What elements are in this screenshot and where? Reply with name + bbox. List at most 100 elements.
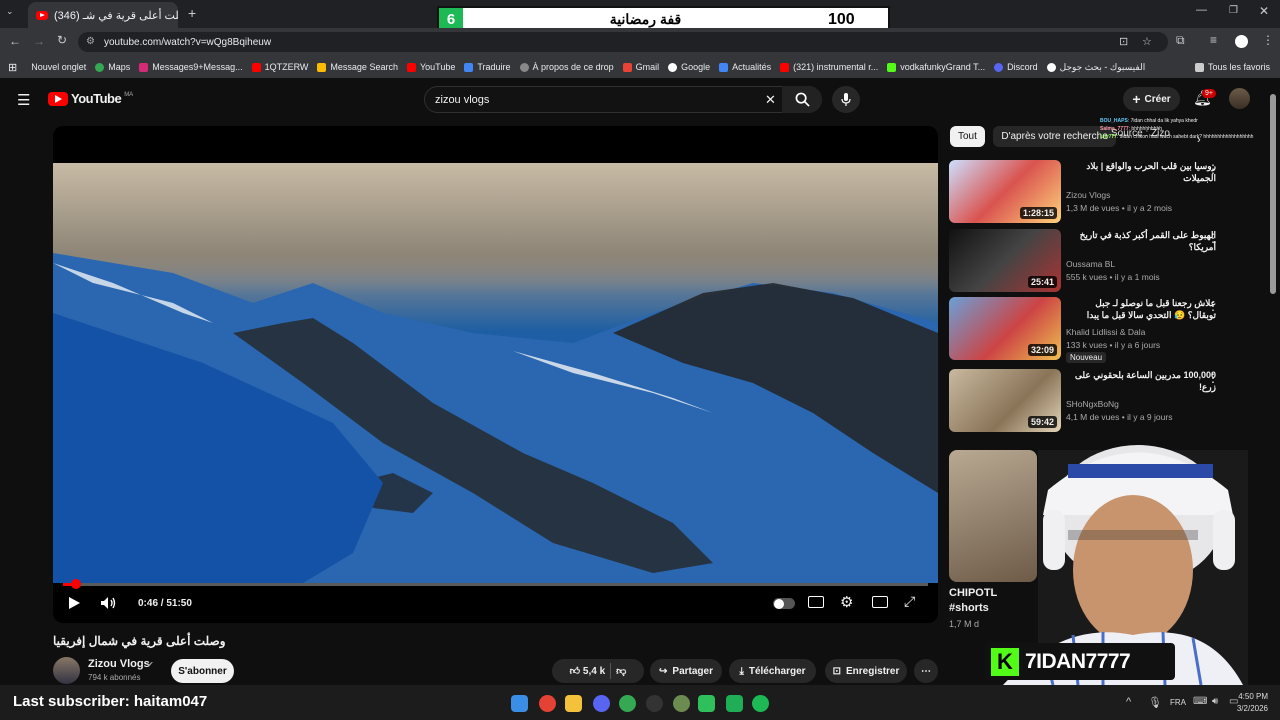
bookmark-item[interactable]: Nouvel onglet <box>31 62 86 72</box>
maximize-button[interactable]: ❐ <box>1229 5 1238 16</box>
more-options-icon[interactable]: ⋮ <box>1207 231 1219 245</box>
subtitles-icon[interactable] <box>808 596 824 608</box>
chrome-icon[interactable] <box>539 695 556 712</box>
minimize-button[interactable]: — <box>1196 4 1207 16</box>
search-button[interactable] <box>782 86 822 113</box>
rec-channel[interactable]: Zizou Vlogs <box>1066 190 1110 200</box>
play-button[interactable] <box>68 596 81 610</box>
more-options-icon[interactable]: ⋮ <box>1207 299 1219 313</box>
bookmark-item[interactable]: (321) instrumental r... <box>780 62 878 72</box>
bookmark-item[interactable]: Traduire <box>464 62 511 72</box>
input-language[interactable]: FRA <box>1170 698 1186 707</box>
chrome-active-icon[interactable] <box>619 695 636 712</box>
install-icon[interactable]: ⊡ <box>1119 35 1128 48</box>
tab-search-icon[interactable]: ⌄ <box>6 6 14 17</box>
search-input[interactable]: zizou vlogs ✕ <box>424 86 822 113</box>
create-button[interactable]: + Créer <box>1123 87 1180 111</box>
save-button[interactable]: ⊡ Enregistrer <box>825 659 907 683</box>
mute-button[interactable] <box>100 596 117 610</box>
voice-search-button[interactable] <box>832 86 860 113</box>
kick-studio-icon[interactable] <box>698 695 715 712</box>
scrollbar-thumb[interactable] <box>1270 94 1276 294</box>
reload-icon[interactable]: ↻ <box>57 33 67 47</box>
windows-start-icon[interactable] <box>511 695 528 712</box>
clock-date[interactable]: 3/2/2026 <box>1234 704 1268 713</box>
discord-bot-icon[interactable] <box>726 695 743 712</box>
menu-icon[interactable]: ⋮ <box>1262 33 1274 47</box>
like-button[interactable]: 👍︎ 5,4 k <box>570 665 605 677</box>
clear-search-icon[interactable]: ✕ <box>765 92 776 108</box>
bookmark-item[interactable]: Message Search <box>317 62 398 72</box>
video-thumbnail[interactable]: 25:41 <box>949 229 1061 292</box>
close-window-button[interactable]: ✕ <box>1259 4 1269 18</box>
obs-icon[interactable] <box>646 695 663 712</box>
profile-avatar[interactable] <box>1235 35 1248 48</box>
recommendation-item[interactable]: 32:09 علاش رجعنا قبل ما نوصلو لـ جبل توب… <box>949 297 1249 363</box>
download-button[interactable]: ⤓ Télécharger <box>729 659 816 683</box>
spotify-icon[interactable] <box>752 695 769 712</box>
video-thumbnail[interactable]: 1:28:15 <box>949 160 1061 223</box>
recommendation-item[interactable]: 25:41 الهبوط على القمر أكبر كذبة في تاري… <box>949 229 1249 293</box>
bookmark-item[interactable]: Google <box>668 62 710 72</box>
rec-title[interactable]: الهبوط على القمر أكبر كذبة في تاريخ أمري… <box>1066 229 1216 253</box>
network-icon[interactable]: ⌨ <box>1193 696 1207 707</box>
url-input[interactable]: ⚙ youtube.com/watch?v=wQg8Bqiheuw ⊡ ☆ <box>78 32 1168 52</box>
more-options-icon[interactable]: ⋮ <box>1207 162 1219 176</box>
browser-tab[interactable]: (346) وصلت أعلى قرية في شـ ✕ <box>28 2 178 28</box>
account-avatar[interactable] <box>1229 88 1250 109</box>
hamburger-menu-icon[interactable]: ☰ <box>17 91 30 109</box>
volume-tray-icon[interactable]: 🔊︎ <box>1212 696 1218 707</box>
video-thumbnail[interactable]: 32:09 <box>949 297 1061 360</box>
bookmark-star-icon[interactable]: ☆ <box>1142 35 1152 48</box>
video-frame[interactable] <box>53 163 938 583</box>
rec-title[interactable]: روسيا بين قلب الحرب والواقع | بلاد الجمي… <box>1066 160 1216 184</box>
rec-channel[interactable]: SHoNgxBoNg <box>1066 399 1119 409</box>
chip-all[interactable]: Tout <box>950 126 985 147</box>
autoplay-toggle[interactable] <box>773 598 795 609</box>
bookmark-item[interactable]: Messages9+Messag... <box>139 62 243 72</box>
media-icon[interactable]: ≡ <box>1210 33 1217 47</box>
discord-icon[interactable] <box>593 695 610 712</box>
channel-avatar[interactable] <box>53 657 80 684</box>
back-icon[interactable]: ← <box>9 34 21 48</box>
fullscreen-icon[interactable]: ⤢ <box>904 593 915 610</box>
youtube-logo-icon <box>48 91 68 106</box>
rec-channel[interactable]: Oussama BL <box>1066 259 1115 269</box>
rec-title[interactable]: 100,000 مدربين الساعة بلحقوني على زرع! <box>1066 369 1216 393</box>
all-bookmarks[interactable]: Tous les favoris <box>1194 62 1270 72</box>
apps-grid-icon[interactable]: ⊞ <box>8 61 17 74</box>
forward-icon[interactable]: → <box>33 34 45 48</box>
new-tab-button[interactable]: + <box>188 5 196 21</box>
site-info-icon[interactable]: ⚙ <box>86 36 95 47</box>
bookmark-item[interactable]: YouTube <box>406 62 455 72</box>
video-player[interactable]: 0:46 / 51:50 ⚙ ⤢ <box>53 126 938 623</box>
chip-related[interactable]: D'après votre recherche <box>993 126 1116 147</box>
settings-gear-icon[interactable]: ⚙ <box>840 593 853 611</box>
file-explorer-icon[interactable] <box>565 695 582 712</box>
subscribe-button[interactable]: S'abonner <box>171 659 234 683</box>
more-actions-button[interactable]: ⋯ <box>914 659 938 683</box>
more-options-icon[interactable]: ⋮ <box>1207 371 1219 385</box>
extensions-icon[interactable]: ⧉ <box>1176 33 1185 48</box>
bookmark-item[interactable]: الفيسبوك - بحث جوجل <box>1046 62 1145 73</box>
share-button[interactable]: ↪ Partager <box>650 659 722 683</box>
bookmark-item[interactable]: Actualités <box>719 62 771 72</box>
tray-chevron-icon[interactable]: ^ <box>1126 696 1131 708</box>
channel-name[interactable]: Zizou Vlogs <box>88 658 150 670</box>
bookmark-item[interactable]: À propos de ce drop <box>519 62 614 72</box>
page-scrollbar[interactable] <box>1270 92 1278 682</box>
rec-title[interactable]: علاش رجعنا قبل ما نوصلو لـ جبل توبقال؟ 😥… <box>1066 297 1216 321</box>
bookmark-item[interactable]: Maps <box>95 62 130 72</box>
bookmark-item[interactable]: 1QTZERW <box>251 62 308 72</box>
dislike-button[interactable]: 👎︎ <box>616 665 626 677</box>
app-icon[interactable] <box>673 695 690 712</box>
bookmark-item[interactable]: Discord <box>994 62 1038 72</box>
miniplayer-icon[interactable] <box>872 596 888 608</box>
recommendation-item[interactable]: 1:28:15 روسيا بين قلب الحرب والواقع | بل… <box>949 160 1249 224</box>
rec-channel[interactable]: Khalid Lidlissi & Dala <box>1066 327 1145 337</box>
youtube-logo[interactable]: YouTube MA <box>48 91 133 106</box>
tray-mic-icon[interactable]: 🎙︎ <box>1148 696 1162 709</box>
clock-time[interactable]: 4:50 PM <box>1236 692 1268 701</box>
bookmark-item[interactable]: Gmail <box>622 62 659 72</box>
bookmark-item[interactable]: vodkafunkyGrand T... <box>887 62 985 72</box>
